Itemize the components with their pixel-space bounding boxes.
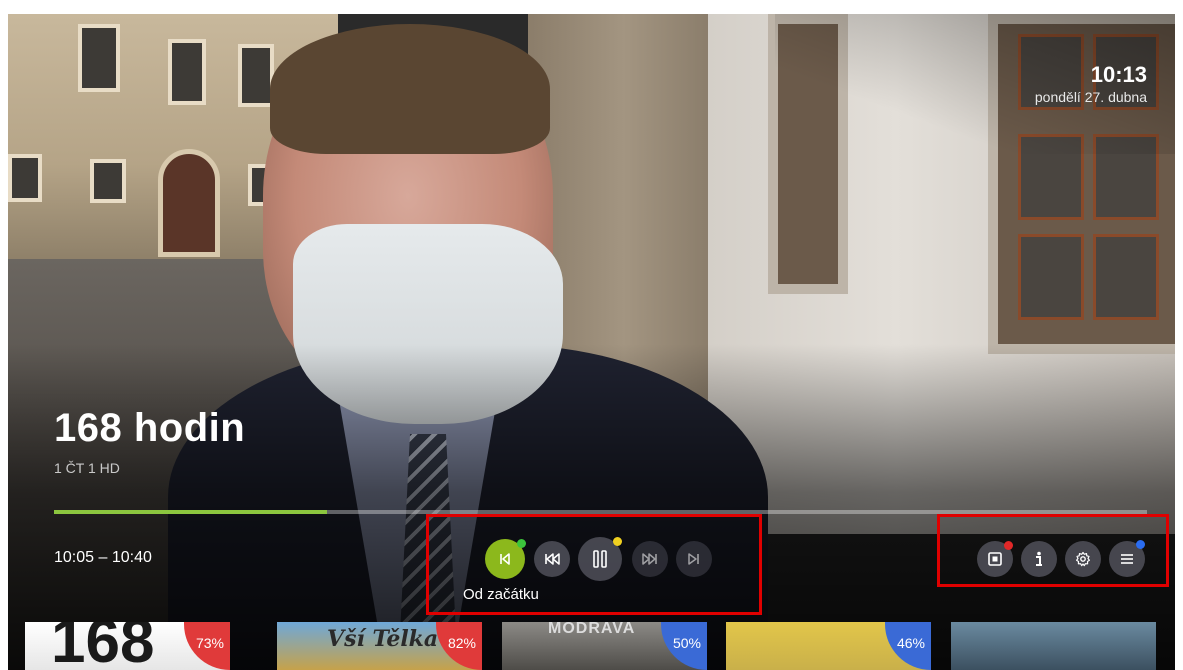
watched-percent-badge: 82% <box>436 622 482 670</box>
watched-percent-badge: 73% <box>184 622 230 670</box>
program-title: 168 hodin <box>54 406 246 450</box>
recommendation-tile[interactable]: 168 73% <box>25 622 230 670</box>
recommendation-tile[interactable]: MODRAVA 50% <box>502 622 707 670</box>
recommendation-tile[interactable] <box>951 622 1156 670</box>
playback-controls-highlight <box>426 514 762 615</box>
person-hair <box>270 24 550 154</box>
clock-time: 10:13 <box>1090 62 1147 87</box>
watched-percent-badge: 50% <box>661 622 707 670</box>
progress-fill <box>54 510 328 514</box>
watched-percent-badge: 46% <box>885 622 931 670</box>
program-time-range: 10:05 – 10:40 <box>54 549 152 566</box>
recommendation-tile[interactable]: 46% <box>726 622 931 670</box>
utility-controls-highlight <box>937 514 1169 587</box>
clock: 10:13 pondělí 27. dubna <box>1035 62 1147 106</box>
tile-title: Vší Tělka <box>327 626 439 652</box>
channel-name: 1 ČT 1 HD <box>54 460 120 476</box>
tile-title: 168 <box>51 622 155 670</box>
tile-title: MODRAVA <box>548 622 636 637</box>
recommendation-tile[interactable]: Vší Tělka 82% <box>277 622 482 670</box>
clock-date: pondělí 27. dubna <box>1034 89 1147 105</box>
